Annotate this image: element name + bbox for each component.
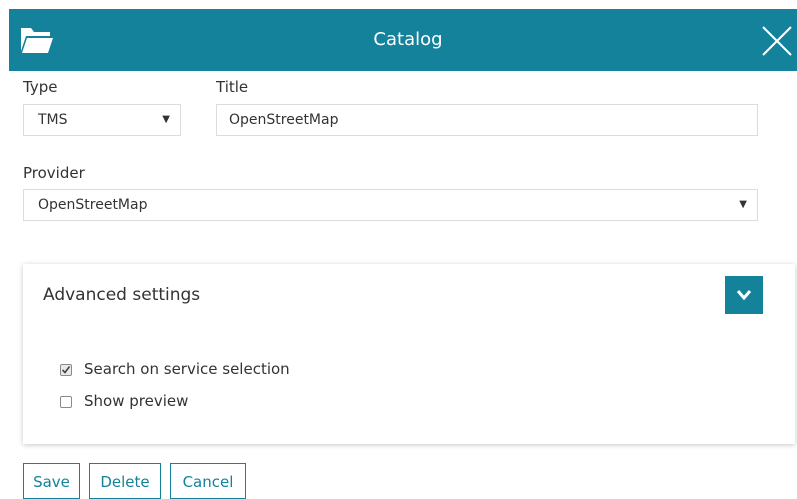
provider-select-value: OpenStreetMap [38,197,148,213]
search-on-service-selection-checkbox[interactable] [60,364,72,376]
dropdown-arrow-icon: ▼ [162,114,170,125]
title-label: Title [216,78,249,96]
advanced-settings-toggle-button[interactable] [725,276,763,314]
search-on-service-selection-label: Search on service selection [84,360,290,378]
advanced-settings-title[interactable]: Advanced settings [43,285,200,305]
type-label: Type [23,78,58,96]
provider-label: Provider [23,164,85,182]
dropdown-arrow-icon: ▼ [739,199,747,210]
provider-select[interactable]: OpenStreetMap ▼ [23,189,758,221]
type-select-value: TMS [38,112,68,128]
title-input[interactable]: OpenStreetMap [216,104,758,136]
advanced-settings-panel: Advanced settings Search on service sele… [23,264,795,444]
close-icon[interactable] [757,21,797,61]
delete-button[interactable]: Delete [89,463,161,499]
chevron-down-icon [736,290,752,301]
show-preview-label: Show preview [84,392,189,410]
type-select[interactable]: TMS ▼ [23,104,181,136]
cancel-button[interactable]: Cancel [170,463,246,499]
catalog-header: Catalog [9,9,797,71]
show-preview-checkbox[interactable] [60,396,72,408]
save-button[interactable]: Save [23,463,80,499]
page-title: Catalog [373,29,443,50]
